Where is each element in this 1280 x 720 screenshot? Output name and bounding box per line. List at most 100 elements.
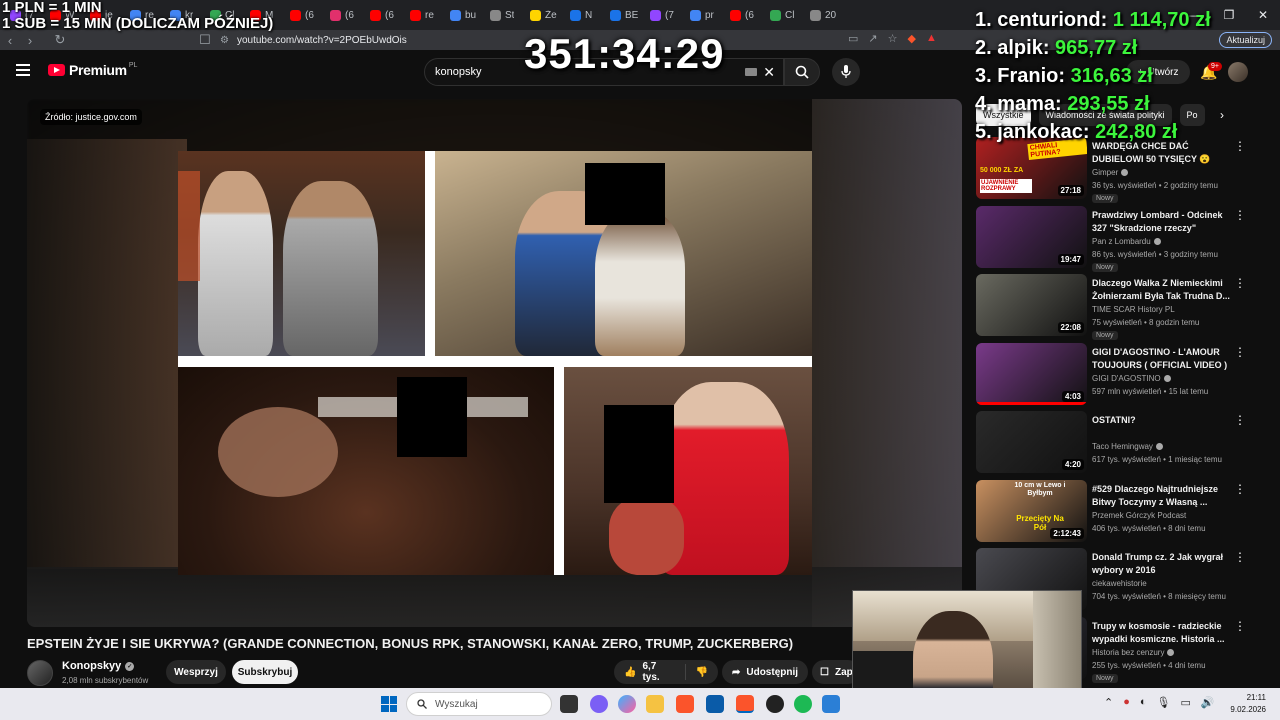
recommendation-title[interactable]: Trupy w kosmosie - radzieckie wypadki ko… <box>1092 620 1232 646</box>
tray-chevron-icon[interactable]: ⌃ <box>1104 696 1113 709</box>
spotify-icon[interactable] <box>794 695 812 713</box>
browser-tab[interactable]: (6 <box>724 2 764 28</box>
browser-tab[interactable]: re <box>404 2 444 28</box>
browser-tab[interactable]: pr <box>684 2 724 28</box>
browser-tab[interactable]: Že <box>524 2 564 28</box>
recommendation-item[interactable]: 10 cm w Lewo i Byłbym Przecięty Na Pół 2:1… <box>976 479 1276 544</box>
video-thumbnail[interactable]: CHWALI PUTINA? 50 000 ZŁ ZA UJAWNIENIE ROZ… <box>976 137 1087 199</box>
leaderboard-row: 4. mama: 293,55 zł <box>975 90 1211 118</box>
recommendation-title[interactable]: #529 Dlaczego Najtrudniejsze Bitwy Toczy… <box>1092 483 1232 509</box>
video-thumbnail[interactable]: 19:47 <box>976 205 1087 268</box>
maximize-button[interactable]: ❐ <box>1212 0 1246 30</box>
recommendation-title[interactable]: Dlaczego Walka Z Niemieckimi Żołnierzami… <box>1092 277 1232 303</box>
chevron-right-icon[interactable]: › <box>1220 108 1224 122</box>
browser-tab[interactable]: (7 <box>644 2 684 28</box>
bookmark-icon[interactable]: ☐ <box>195 30 215 50</box>
more-options-icon[interactable]: ⋮ <box>1234 619 1246 633</box>
brave-shield-icon[interactable]: ◆ <box>908 32 916 45</box>
star-icon[interactable]: ☆ <box>888 32 898 45</box>
cast-icon[interactable]: ▭ <box>848 32 858 45</box>
browser-tab[interactable]: (6 <box>284 2 324 28</box>
recommendation-channel[interactable]: Taco Hemingway <box>1092 442 1163 451</box>
clock[interactable]: 21:11 9.02.2026 <box>1230 692 1266 716</box>
task-view-icon[interactable] <box>560 695 578 713</box>
browser-tab[interactable]: bu <box>444 2 484 28</box>
brave-browser-icon[interactable] <box>676 695 694 713</box>
network-icon[interactable]: ▭ <box>1181 696 1191 709</box>
video-player[interactable]: Źródło: justice.gov.com <box>27 99 962 627</box>
user-avatar[interactable] <box>1228 62 1248 82</box>
back-button[interactable]: ‹ <box>0 30 20 50</box>
voice-search-button[interactable] <box>832 58 860 86</box>
keyboard-icon[interactable] <box>745 68 757 76</box>
channel-name[interactable]: Konopskyy ✓ <box>62 660 135 672</box>
like-button[interactable]: 👍 6,7 tys. <box>614 661 686 683</box>
photo-bottom-left <box>178 367 554 575</box>
dislike-button[interactable]: 👎 <box>686 667 718 678</box>
store-icon[interactable] <box>706 695 724 713</box>
watch-progress-bar <box>976 401 1087 405</box>
recommendation-channel[interactable]: Historia bez cenzury <box>1092 648 1175 657</box>
browser-tab[interactable]: Cl <box>764 2 804 28</box>
discord-icon[interactable] <box>590 695 608 713</box>
share-button[interactable]: ➦ Udostępnij <box>722 660 808 684</box>
browser-tab[interactable]: (6 <box>364 2 404 28</box>
browser-tab[interactable]: St <box>484 2 524 28</box>
recommendation-item[interactable]: 4:03 GIGI D'AGOSTINO - L'AMOUR TOUJOURS (… <box>976 342 1276 407</box>
more-options-icon[interactable]: ⋮ <box>1234 208 1246 222</box>
recommendation-channel[interactable]: TIME SCAR History PL <box>1092 305 1175 314</box>
recommendation-item[interactable]: CHWALI PUTINA? 50 000 ZŁ ZA UJAWNIENIE ROZ… <box>976 137 1276 203</box>
more-options-icon[interactable]: ⋮ <box>1234 276 1246 290</box>
extension-icon[interactable]: ▲ <box>926 32 937 45</box>
browser-tab[interactable]: BE <box>604 2 644 28</box>
reload-icon[interactable]: ↻ <box>50 30 70 50</box>
app-icon[interactable] <box>822 695 840 713</box>
more-options-icon[interactable]: ⋮ <box>1234 550 1246 564</box>
video-thumbnail[interactable]: 4:03 <box>976 342 1087 405</box>
video-thumbnail[interactable]: 4:20 <box>976 411 1087 473</box>
recommendation-channel[interactable]: GIGI D'AGOSTINO <box>1092 374 1171 383</box>
file-explorer-icon[interactable] <box>646 695 664 713</box>
subscribe-button[interactable]: Subskrybuj <box>232 660 298 684</box>
more-options-icon[interactable]: ⋮ <box>1234 413 1246 427</box>
menu-icon[interactable] <box>16 64 30 76</box>
microphone-icon[interactable]: 🎙 <box>1157 696 1171 709</box>
more-options-icon[interactable]: ⋮ <box>1234 139 1246 153</box>
recommendation-title[interactable]: OSTATNI? <box>1092 414 1232 427</box>
recommendation-title[interactable]: GIGI D'AGOSTINO - L'AMOUR TOUJOURS ( OFF… <box>1092 346 1232 372</box>
recommendation-channel[interactable]: Gimper <box>1092 168 1129 177</box>
recommendation-item[interactable]: 19:47 Prawdziwy Lombard - Odcinek 327 "Sk… <box>976 205 1276 272</box>
copilot-icon[interactable] <box>618 695 636 713</box>
recommendation-channel[interactable]: ciekawehistorie <box>1092 579 1147 588</box>
browser-tab[interactable]: N <box>564 2 604 28</box>
search-button[interactable] <box>784 58 820 86</box>
video-thumbnail[interactable]: 22:08 <box>976 274 1087 336</box>
tray-app-icon[interactable]: ● <box>1123 696 1130 709</box>
forward-button[interactable]: › <box>20 30 40 50</box>
recommendation-item[interactable]: 22:08 Dlaczego Walka Z Niemieckimi Żołnie… <box>976 274 1276 340</box>
volume-icon[interactable]: 🔊 <box>1201 696 1215 709</box>
recommendation-title[interactable]: Donald Trump cz. 2 Jak wygrał wybory w 2… <box>1092 551 1232 577</box>
recommendation-channel[interactable]: Przemek Górczyk Podcast <box>1092 511 1186 520</box>
clear-search-icon[interactable]: ✕ <box>763 64 775 81</box>
more-options-icon[interactable]: ⋮ <box>1234 482 1246 496</box>
brave-active-icon[interactable] <box>736 695 754 713</box>
taskbar-search[interactable]: Wyszukaj <box>406 692 552 716</box>
channel-avatar[interactable] <box>27 660 53 686</box>
recommendation-title[interactable]: Prawdziwy Lombard - Odcinek 327 "Skradzi… <box>1092 209 1232 235</box>
more-options-icon[interactable]: ⋮ <box>1234 345 1246 359</box>
close-window-button[interactable]: ✕ <box>1246 0 1280 30</box>
obs-icon[interactable] <box>766 695 784 713</box>
youtube-logo[interactable]: Premium PL <box>48 62 137 78</box>
share-icon[interactable]: ↗ <box>868 32 877 45</box>
support-button[interactable]: Wesprzyj <box>166 660 226 684</box>
update-button[interactable]: Aktualizuj <box>1219 32 1272 48</box>
browser-tab[interactable]: (6 <box>324 2 364 28</box>
browser-tab[interactable]: 20 <box>804 2 844 28</box>
start-button[interactable] <box>381 696 397 712</box>
recommendation-item[interactable]: 4:20 OSTATNI? Taco Hemingway 617 tys. wyświ… <box>976 411 1276 475</box>
recommendation-channel[interactable]: Pan z Lombardu <box>1092 237 1161 246</box>
site-info-icon[interactable]: ⚙ <box>220 35 229 46</box>
tray-app-icon[interactable]: ◐ <box>1140 696 1147 709</box>
video-thumbnail[interactable]: 10 cm w Lewo i Byłbym Przecięty Na Pół 2:1… <box>976 479 1087 542</box>
